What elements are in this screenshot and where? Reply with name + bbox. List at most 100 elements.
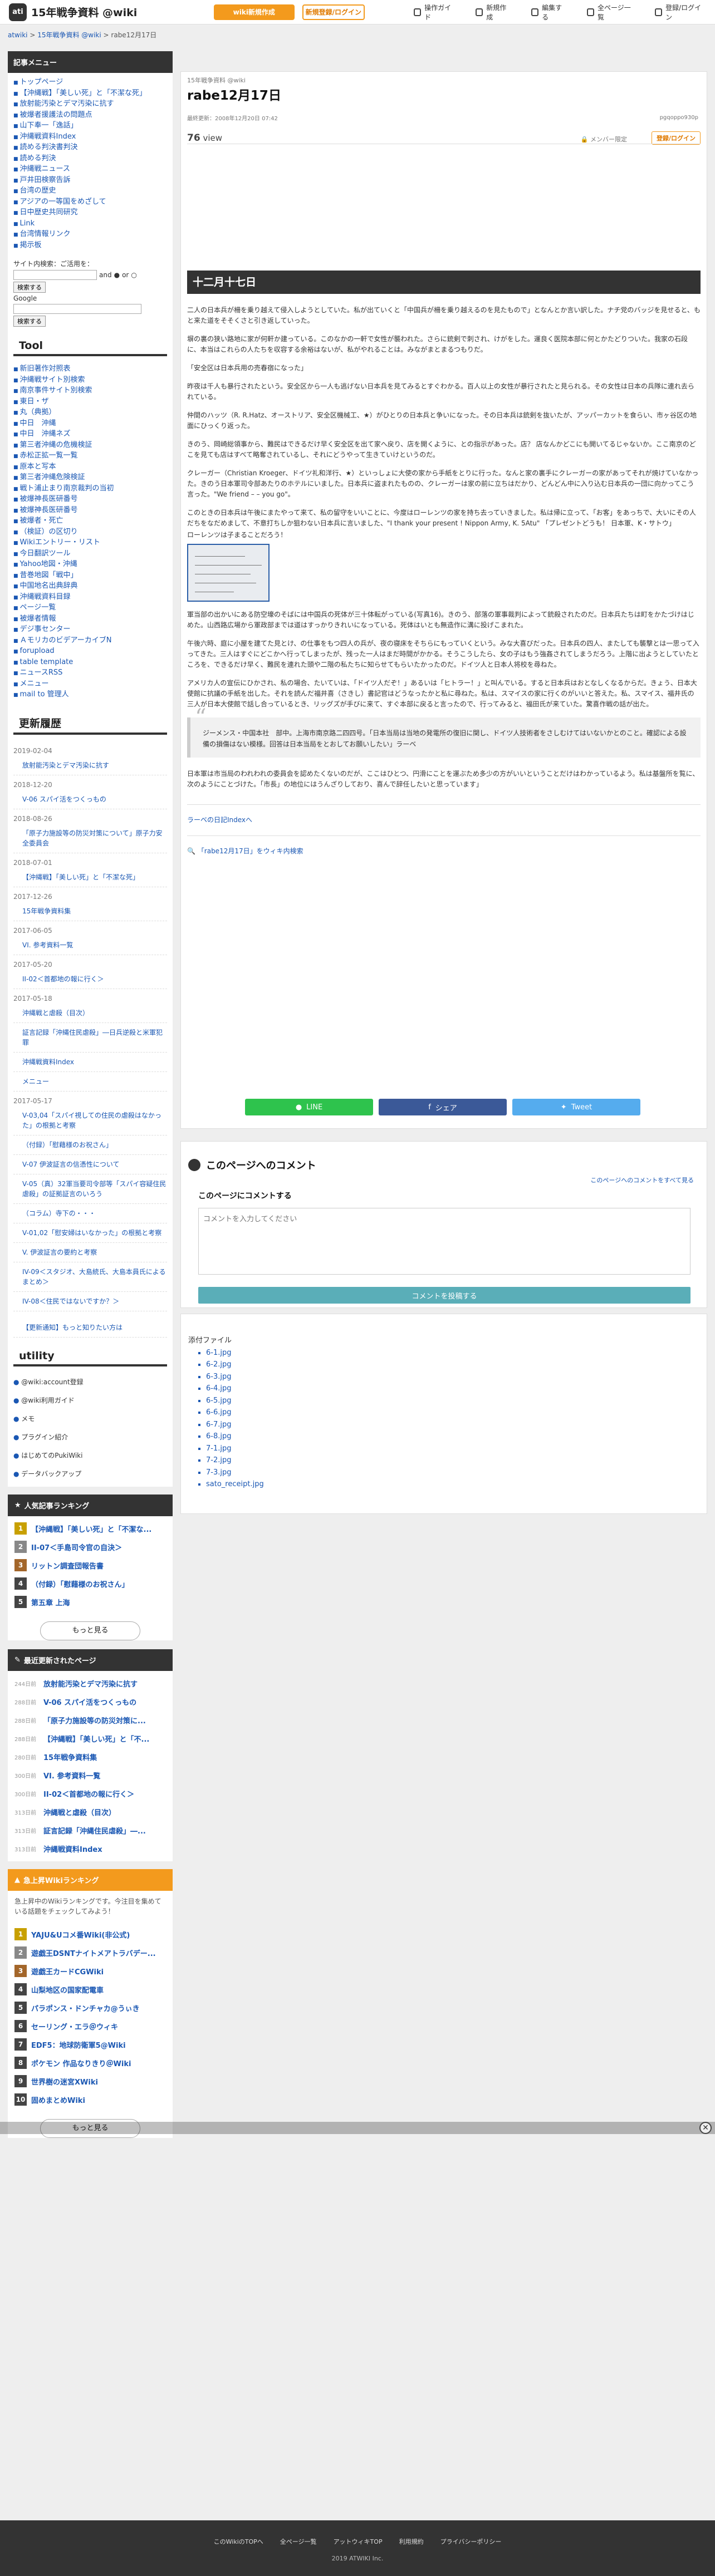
recent-entry[interactable]: VI. 参考資料一覧 (13, 936, 167, 955)
updated-item[interactable]: 288日前 【沖縄戦】「美しい死」と「不... (14, 1729, 166, 1748)
menu-item-link[interactable]: 台湾の歴史 (13, 186, 56, 195)
menu-item-link[interactable]: 沖縄戦資料Index (13, 132, 76, 141)
close-icon[interactable]: ✕ (699, 2122, 712, 2134)
tool-item[interactable]: 第三者沖縄危険検証 (13, 473, 167, 484)
popular-item[interactable]: 5 第五章 上海 (14, 1593, 166, 1611)
popular-item[interactable]: 4 （付録）「慰藉様のお祝さん」 (14, 1575, 166, 1593)
site-title[interactable]: 15年戦争資料 @wiki (31, 4, 137, 19)
tool-item-link[interactable]: 丸（典拠） (13, 408, 56, 416)
tool-item[interactable]: （検証）の区切り (13, 527, 167, 538)
tool-item-link[interactable]: デジ事センター (13, 625, 71, 633)
tool-item[interactable]: Wikiエントリー・リスト (13, 538, 167, 549)
comment-input[interactable] (198, 1208, 690, 1275)
attachment-item[interactable]: 7-1.jpg (206, 1443, 264, 1455)
popular-item[interactable]: 2 II-07＜手島司令官の自決＞ (14, 1538, 166, 1556)
attachment-link[interactable]: 6-8.jpg (206, 1432, 231, 1441)
utility-link[interactable]: データバックアップ (13, 1465, 167, 1483)
menu-item[interactable]: 掲示板 (13, 240, 167, 252)
wiki-search-link[interactable]: 「rabe12月17日」をウィキ内検索 (198, 847, 303, 855)
nav-new[interactable]: 新規作成 (466, 0, 521, 24)
rising-link[interactable]: パラポンス・ドンチャカ@うぃき (31, 2003, 140, 2013)
recent-entry[interactable]: IV-09＜スタジオ、大島統氏、大島本員氏によるまとめ＞ (13, 1262, 167, 1292)
attachment-link[interactable]: 7-1.jpg (206, 1444, 231, 1453)
index-link[interactable]: ラーベの日記Indexへ (187, 816, 252, 824)
rising-item[interactable]: 7 EDF5：地球防衛軍5@Wiki (14, 2036, 166, 2054)
recent-more[interactable]: 【更新通知】もっと知りたい方は (8, 1315, 173, 1341)
menu-item[interactable]: Link (13, 219, 167, 230)
nav-guide[interactable]: 操作ガイド (404, 0, 466, 24)
receipt-image[interactable] (187, 544, 270, 602)
recent-entry[interactable]: 【沖縄戦】「美しい死」と「不潔な死」 (13, 868, 167, 887)
updated-item[interactable]: 313日前 沖縄戦と虐殺（目次） (14, 1803, 166, 1821)
tool-item[interactable]: ニュースRSS (13, 668, 167, 679)
tool-item-link[interactable]: 被爆神長医研番号 (13, 506, 78, 514)
tool-item[interactable]: ページ一覧 (13, 603, 167, 614)
menu-item[interactable]: 【沖縄戦】「美しい死」と「不潔な死」 (13, 89, 167, 100)
rising-item[interactable]: 4 山梨地区の国家配電車 (14, 1980, 166, 1999)
menu-item[interactable]: 台湾の歴史 (13, 186, 167, 197)
updated-item[interactable]: 280日前 15年戦争資料集 (14, 1748, 166, 1766)
tool-item-link[interactable]: 第三者沖縄危険検証 (13, 473, 85, 481)
rising-link[interactable]: EDF5：地球防衛軍5@Wiki (31, 2039, 126, 2050)
tool-item-link[interactable]: 中日 沖縄ネズ (13, 430, 71, 438)
menu-item[interactable]: トップページ (13, 77, 167, 89)
tool-item-link[interactable]: メニュー (13, 680, 49, 688)
attachment-item[interactable]: 7-2.jpg (206, 1454, 264, 1467)
menu-item[interactable]: 日中歴史共同研究 (13, 208, 167, 219)
tool-item[interactable]: Yahoo地図・沖縄 (13, 559, 167, 571)
footer-link[interactable]: このWikiのTOPへ (214, 2537, 263, 2546)
footer-link[interactable]: 全ページ一覧 (280, 2537, 317, 2546)
tool-item-link[interactable]: 新旧著作対照表 (13, 365, 71, 373)
utility-link[interactable]: はじめてのPukiWiki (13, 1447, 167, 1465)
menu-item-link[interactable]: 戸井田検察告訴 (13, 176, 71, 184)
page-category[interactable]: 15年戦争資料 @wiki (187, 76, 246, 85)
recent-entry[interactable]: 「原子力施設等の防災対策について」原子力安全委員会 (13, 824, 167, 853)
tool-item[interactable]: 中日 沖縄 (13, 419, 167, 430)
rising-item[interactable]: 8 ポケモン 作品なりきり＠Wiki (14, 2054, 166, 2072)
tool-item[interactable]: 原本と写本 (13, 462, 167, 473)
recent-entry[interactable]: （コラム）寺下の・・・ (13, 1204, 167, 1223)
login-small-button[interactable]: 登録/ログイン (651, 131, 701, 145)
attachment-item[interactable]: 6-3.jpg (206, 1371, 264, 1383)
line-share-button[interactable]: ● LINE (245, 1099, 373, 1115)
menu-item[interactable]: 山下奉一「逸話」 (13, 121, 167, 132)
menu-item[interactable]: 沖縄戦資料Index (13, 132, 167, 143)
radio-or-icon[interactable]: ○ (131, 271, 136, 279)
tool-item[interactable]: 丸（典拠） (13, 407, 167, 419)
recent-entry[interactable]: V-01,02「慰安婦はいなかった」の根拠と考察 (13, 1223, 167, 1243)
tool-item[interactable]: forupload (13, 646, 167, 657)
updated-item[interactable]: 244日前 放射能汚染とデマ汚染に抗す (14, 1674, 166, 1693)
google-search-button[interactable]: 検索する (13, 316, 46, 327)
tool-item[interactable]: 南京事件サイト別検索 (13, 386, 167, 397)
popular-link[interactable]: リットン調査団報告書 (31, 1560, 104, 1571)
attachment-link[interactable]: sato_receipt.jpg (206, 1480, 264, 1488)
updated-item[interactable]: 300日前 II-02＜首都地の報に行く＞ (14, 1784, 166, 1803)
recent-entry[interactable]: 15年戦争資料集 (13, 902, 167, 921)
footer-link[interactable]: 利用規約 (399, 2537, 424, 2546)
updated-item[interactable]: 288日前 「原子力施設等の防災対策に... (14, 1711, 166, 1729)
tool-item[interactable]: table template (13, 657, 167, 668)
tool-item[interactable]: 沖縄戦資料目録 (13, 592, 167, 603)
comment-submit-button[interactable]: コメントを投稿する (198, 1287, 690, 1304)
attachment-item[interactable]: sato_receipt.jpg (206, 1478, 264, 1491)
utility-link[interactable]: プラグイン紹介 (13, 1428, 167, 1447)
breadcrumb-site[interactable]: 15年戦争資料 @wiki (37, 31, 101, 39)
utility-link[interactable]: @wiki:account登録 (13, 1373, 167, 1392)
attachment-item[interactable]: 6-1.jpg (206, 1347, 264, 1359)
tool-item[interactable]: 第三者沖縄の危機検証 (13, 440, 167, 451)
updated-item[interactable]: 313日前 沖縄戦資料Index (14, 1840, 166, 1858)
tool-item-link[interactable]: 被爆者・死亡 (13, 517, 63, 525)
footer-link[interactable]: アットウィキTOP (334, 2537, 383, 2546)
tool-item[interactable]: 今日翻訳ツール (13, 549, 167, 560)
popular-link[interactable]: 【沖縄戦】「美しい死」と「不潔な... (31, 1523, 151, 1534)
updated-link[interactable]: 沖縄戦資料Index (43, 1843, 102, 1854)
updated-link[interactable]: 「原子力施設等の防災対策に... (43, 1715, 146, 1725)
menu-item-link[interactable]: 【沖縄戦】「美しい死」と「不潔な死」 (13, 89, 146, 97)
updated-item[interactable]: 313日前 証言記録「沖縄住民虐殺」―... (14, 1821, 166, 1840)
attachment-link[interactable]: 6-7.jpg (206, 1420, 231, 1429)
recent-entry[interactable]: V-05（真）32軍当要司令部等「スパイ容疑住民虐殺」の証拠証言のいろう (13, 1174, 167, 1204)
attachment-link[interactable]: 7-3.jpg (206, 1468, 231, 1477)
tool-item-link[interactable]: 中国地名出典辞典 (13, 582, 78, 590)
tool-item-link[interactable]: forupload (13, 647, 55, 655)
menu-item[interactable]: 被爆者援護法の問題点 (13, 110, 167, 121)
